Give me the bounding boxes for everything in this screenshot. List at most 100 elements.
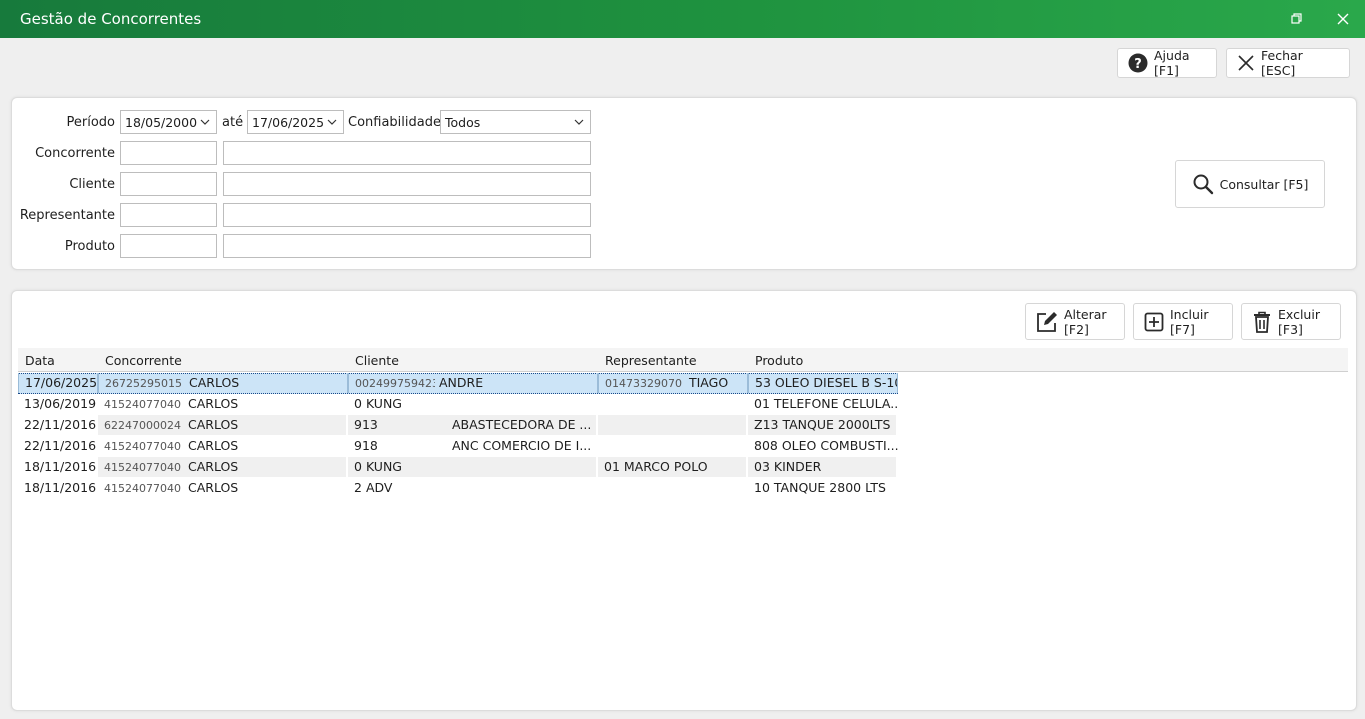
cell-cliente-name: ABASTECEDORA DE ... — [452, 417, 592, 432]
table-row[interactable]: 13/06/2019 41524077040 CARLOS 0 KUNG 01 … — [18, 394, 898, 415]
cell-cliente-name: ADV — [365, 480, 393, 495]
cell-representante-code: 01473329070 — [605, 377, 682, 390]
periodo-to-select[interactable]: 17/06/2025 — [247, 110, 344, 134]
cell-concorrente-name: CARLOS — [188, 375, 240, 390]
restore-button[interactable] — [1274, 0, 1320, 38]
column-header-cliente[interactable]: Cliente — [355, 353, 399, 368]
table-row[interactable]: 22/11/2016 41524077040 CARLOS 918 ANC COM… — [18, 436, 898, 457]
cell-cliente-code: 913 — [354, 417, 378, 432]
cell-representante-name: TIAGO — [688, 375, 729, 390]
cliente-name-input[interactable] — [223, 172, 591, 196]
cell-concorrente-code: 41524077040 — [104, 440, 181, 453]
alterar-label: Alterar [F2] — [1064, 306, 1107, 337]
trash-icon — [1254, 311, 1270, 333]
chevron-down-icon — [200, 119, 210, 125]
concorrente-label: Concorrente — [35, 146, 115, 161]
representante-code-input[interactable] — [120, 203, 217, 227]
excluir-label: Excluir [F3] — [1278, 306, 1320, 337]
cell-concorrente: 26725295015 CARLOS — [98, 373, 348, 393]
cell-concorrente-name: CARLOS — [187, 396, 239, 411]
produto-code-input[interactable] — [120, 234, 217, 258]
close-label: Fechar [ESC] — [1261, 48, 1303, 78]
cell-representante-name: MARCO POLO — [623, 459, 708, 474]
alterar-button[interactable]: Alterar [F2] — [1025, 303, 1125, 340]
ate-label: até — [222, 115, 244, 130]
cell-cliente: 918 ANC COMERCIO DE I... — [348, 436, 598, 456]
help-label: Ajuda [F1] — [1154, 48, 1190, 78]
cell-cliente-name: ANC COMERCIO DE I... — [452, 438, 592, 453]
incluir-button[interactable]: Incluir [F7] — [1133, 303, 1233, 340]
representante-label: Representante — [19, 208, 115, 223]
results-panel: Alterar [F2] Incluir [F7] Excluir [F3] D… — [11, 290, 1357, 711]
consultar-button[interactable]: Consultar [F5] — [1175, 160, 1325, 208]
close-button[interactable]: Fechar [ESC] — [1226, 48, 1350, 78]
cell-cliente-code: 0 — [354, 396, 362, 411]
cell-cliente: 913 ABASTECEDORA DE ... — [348, 415, 596, 435]
cell-representante — [598, 394, 748, 414]
add-icon — [1144, 312, 1164, 331]
cell-concorrente-name: CARLOS — [187, 438, 239, 453]
cell-concorrente-code: 41524077040 — [104, 482, 181, 495]
cell-concorrente-code: 26725295015 — [105, 377, 182, 390]
cell-data: 18/11/2016 — [24, 480, 97, 495]
cell-cliente: 2 ADV — [348, 478, 598, 498]
close-window-button[interactable] — [1320, 0, 1365, 38]
cell-cliente-name: ANDRE — [438, 375, 484, 390]
table-row[interactable]: 18/11/2016 41524077040 CARLOS 0 KUNG 01 … — [18, 457, 898, 478]
table-row[interactable]: 17/06/2025 26725295015 CARLOS 0024997594… — [18, 373, 898, 394]
produto-label: Produto — [64, 239, 115, 254]
table-row[interactable]: 18/11/2016 41524077040 CARLOS 2 ADV 10 T… — [18, 478, 898, 499]
close-icon — [1238, 55, 1254, 71]
cell-concorrente-name: CARLOS — [187, 480, 239, 495]
cell-produto: 808 OLEO COMBUSTI... — [754, 438, 898, 453]
periodo-from-select[interactable]: 18/05/2000 — [120, 110, 217, 134]
edit-icon — [1037, 311, 1057, 332]
cell-concorrente-name: CARLOS — [187, 459, 239, 474]
cell-concorrente-code: 41524077040 — [104, 398, 181, 411]
cell-produto: Z13 TANQUE 2000LTS — [748, 415, 896, 435]
cell-representante: 01 MARCO POLO — [598, 457, 746, 477]
chevron-down-icon — [574, 119, 584, 125]
produto-name-input[interactable] — [223, 234, 591, 258]
column-header-concorrente[interactable]: Concorrente — [105, 353, 182, 368]
results-grid[interactable]: Data Concorrente Cliente Representante P… — [18, 348, 1348, 702]
incluir-label: Incluir [F7] — [1170, 306, 1209, 337]
cell-concorrente: 62247000024 CARLOS — [98, 415, 346, 435]
cell-data: 17/06/2025 — [18, 373, 98, 393]
excluir-button[interactable]: Excluir [F3] — [1241, 303, 1341, 340]
cell-concorrente: 41524077040 CARLOS — [98, 436, 348, 456]
window-title: Gestão de Concorrentes — [20, 10, 202, 28]
cell-cliente-name: KUNG — [365, 459, 402, 474]
cliente-label: Cliente — [69, 177, 115, 192]
cell-cliente-code: 2 — [354, 480, 362, 495]
help-button[interactable]: ? Ajuda [F1] — [1117, 48, 1217, 78]
representante-name-input[interactable] — [223, 203, 591, 227]
cell-concorrente: 41524077040 CARLOS — [98, 394, 348, 414]
cell-representante — [598, 436, 748, 456]
cell-representante-code: 01 — [604, 459, 620, 474]
column-header-produto[interactable]: Produto — [755, 353, 803, 368]
table-row[interactable]: 22/11/2016 62247000024 CARLOS 913 ABASTEC… — [18, 415, 898, 436]
confiabilidade-select[interactable]: Todos — [440, 110, 591, 134]
search-icon — [1193, 174, 1213, 195]
confiabilidade-label: Confiabilidade — [348, 115, 441, 130]
concorrente-code-input[interactable] — [120, 141, 217, 165]
cell-produto: 01 TELEFONE CELULA... — [754, 396, 898, 411]
grid-header: Data Concorrente Cliente Representante P… — [18, 348, 1348, 372]
column-header-data[interactable]: Data — [25, 353, 55, 368]
cliente-code-input[interactable] — [120, 172, 217, 196]
concorrente-name-input[interactable] — [223, 141, 591, 165]
cell-data: 22/11/2016 — [24, 417, 97, 432]
cell-cliente-name: KUNG — [365, 396, 402, 411]
cell-produto: 10 TANQUE 2800 LTS — [754, 480, 886, 495]
confiabilidade-value: Todos — [445, 114, 481, 130]
cell-data: 18/11/2016 — [24, 459, 97, 474]
column-header-representante[interactable]: Representante — [605, 353, 697, 368]
svg-text:?: ? — [1134, 57, 1142, 72]
cell-representante — [598, 478, 748, 498]
cell-representante — [598, 415, 746, 435]
cell-cliente: 0 KUNG — [348, 394, 598, 414]
cell-concorrente-code: 62247000024 — [104, 419, 181, 432]
cell-cliente-code: 0 — [354, 459, 362, 474]
title-bar: Gestão de Concorrentes — [0, 0, 1365, 38]
